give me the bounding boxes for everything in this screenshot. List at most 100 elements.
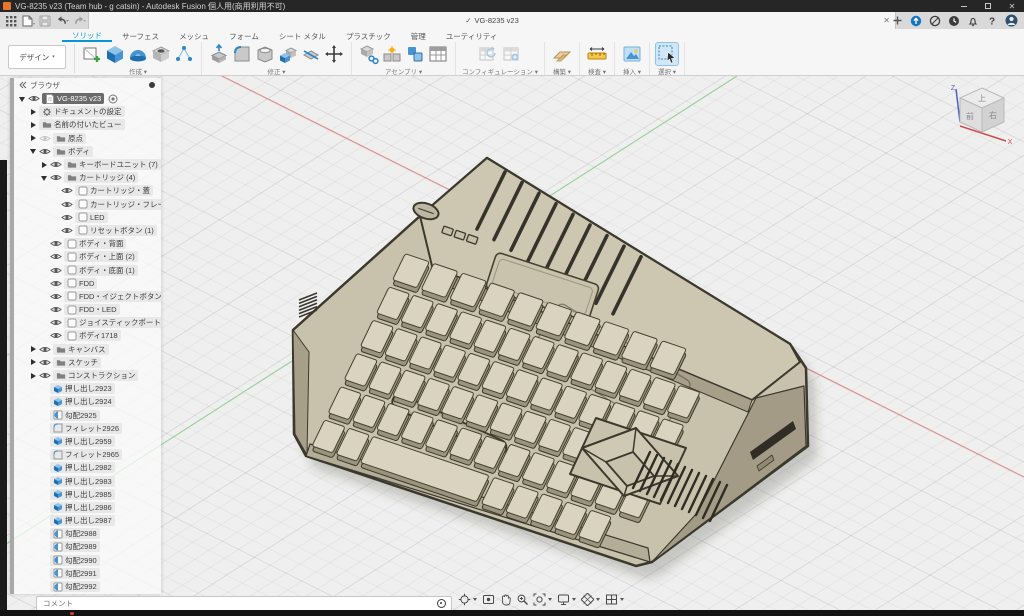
tree-item[interactable]: 押し出し2985: [14, 488, 161, 501]
group-label[interactable]: 修正 ▾: [267, 66, 285, 76]
tree-item-label[interactable]: FDD・LED: [64, 304, 120, 315]
tree-item-label[interactable]: ボディ: [53, 146, 93, 157]
collapse-panel-icon[interactable]: [19, 81, 27, 89]
tree-item-label[interactable]: ドキュメントの設定: [39, 106, 125, 117]
new-file-icon[interactable]: [21, 14, 35, 28]
new-component-button[interactable]: [358, 43, 380, 65]
tree-item-label[interactable]: 押し出し2959: [50, 436, 115, 447]
tree-item-label[interactable]: 勾配2990: [50, 555, 100, 566]
grid-settings-button[interactable]: [581, 593, 601, 606]
fillet-button[interactable]: [231, 43, 253, 65]
tree-item-label[interactable]: 押し出し2987: [50, 515, 115, 526]
tree-item-label[interactable]: 勾配2989: [50, 541, 100, 552]
config-insert-button[interactable]: [500, 43, 522, 65]
profile-avatar-icon[interactable]: [1005, 14, 1018, 27]
visibility-eye-icon[interactable]: [39, 134, 51, 143]
tree-item[interactable]: 勾配2992: [14, 580, 161, 593]
save-icon[interactable]: [38, 14, 52, 28]
group-label[interactable]: 選択 ▾: [658, 66, 676, 76]
orbit-button[interactable]: [458, 593, 478, 606]
visibility-eye-icon[interactable]: [50, 305, 62, 314]
tree-item[interactable]: VG-8235 v23: [14, 92, 161, 105]
collapse-caret-icon[interactable]: [18, 95, 26, 103]
move-button[interactable]: [323, 43, 345, 65]
comment-bar[interactable]: [36, 596, 452, 611]
workspace-selector[interactable]: デザイン▾: [8, 45, 66, 69]
measure-button[interactable]: [586, 43, 608, 65]
group-label[interactable]: 検査 ▾: [588, 66, 606, 76]
tree-item[interactable]: ドキュメントの設定: [14, 105, 161, 118]
tree-item[interactable]: リセットボタン (1): [14, 224, 161, 237]
ribbon-tab-ソリッド[interactable]: ソリッド: [62, 29, 112, 42]
tree-item-label[interactable]: カートリッジ・蓋: [75, 185, 153, 196]
hole-button[interactable]: [150, 43, 172, 65]
view-cube[interactable]: 上 前 右 Z X: [946, 82, 1018, 148]
expand-caret-icon[interactable]: [29, 372, 37, 380]
tree-item[interactable]: フィレット2965: [14, 448, 161, 461]
tree-item-label[interactable]: キーボードユニット (7): [64, 159, 161, 170]
tree-item-label[interactable]: フィレット2965: [50, 449, 122, 460]
insert-image-button[interactable]: [621, 43, 643, 65]
tree-item[interactable]: キャンバス: [14, 343, 161, 356]
tree-item-label[interactable]: 勾配2925: [50, 410, 100, 421]
visibility-eye-icon[interactable]: [50, 318, 62, 327]
combine-button[interactable]: [277, 43, 299, 65]
viewports-button[interactable]: [605, 593, 625, 606]
visibility-eye-icon[interactable]: [50, 160, 62, 169]
tree-item-label[interactable]: カートリッジ (4): [64, 172, 138, 183]
panel-options-icon[interactable]: [148, 81, 156, 89]
ribbon-tab-管理[interactable]: 管理: [401, 29, 436, 42]
tree-item[interactable]: FDD・イジェクトボタン: [14, 290, 161, 303]
collapse-caret-icon[interactable]: [40, 174, 48, 182]
tree-item-label[interactable]: ボディ・背面: [64, 238, 126, 249]
tree-item[interactable]: 押し出し2923: [14, 382, 161, 395]
notification-bell-icon[interactable]: [967, 15, 979, 27]
tree-item[interactable]: 原点: [14, 132, 161, 145]
tree-item-label[interactable]: 名前の付いたビュー: [39, 119, 125, 130]
tree-item-label[interactable]: 押し出し2983: [50, 476, 115, 487]
redo-icon[interactable]: [72, 14, 86, 28]
tree-item[interactable]: 押し出し2986: [14, 501, 161, 514]
ribbon-tab-フォーム[interactable]: フォーム: [219, 29, 269, 42]
help-icon[interactable]: ?: [986, 15, 998, 27]
tree-item-label[interactable]: スケッチ: [53, 357, 101, 368]
tree-item-label[interactable]: ジョイスティックポート: [64, 317, 161, 328]
tree-item[interactable]: ボディ・底面 (1): [14, 263, 161, 276]
tree-item-label[interactable]: カートリッジ・フレーム: [75, 199, 161, 210]
expand-caret-icon[interactable]: [29, 358, 37, 366]
bom-button[interactable]: [427, 43, 449, 65]
tree-item-label[interactable]: ボディ1718: [64, 330, 121, 341]
visibility-eye-icon[interactable]: [50, 279, 62, 288]
expand-caret-icon[interactable]: [40, 161, 48, 169]
document-tab[interactable]: ✓ VG-8235 v23 ✕: [88, 12, 896, 29]
tree-item[interactable]: 押し出し2983: [14, 474, 161, 487]
display-settings-button[interactable]: [557, 593, 577, 606]
visibility-eye-icon[interactable]: [39, 345, 51, 354]
select-button[interactable]: [656, 43, 678, 65]
close-button[interactable]: ✕: [1000, 0, 1024, 12]
tree-item[interactable]: 勾配2991: [14, 567, 161, 580]
construct-plane-button[interactable]: [551, 43, 573, 65]
config-table-button[interactable]: [477, 43, 499, 65]
minimize-button[interactable]: [952, 0, 976, 12]
expand-caret-icon[interactable]: [29, 108, 37, 116]
ribbon-tab-プラスチック[interactable]: プラスチック: [336, 29, 401, 42]
tree-item[interactable]: 勾配2988: [14, 527, 161, 540]
group-label[interactable]: 挿入 ▾: [623, 66, 641, 76]
job-history-icon[interactable]: [948, 15, 960, 27]
tree-item-label[interactable]: 押し出し2924: [50, 396, 115, 407]
group-label[interactable]: 構築 ▾: [553, 66, 571, 76]
derive-button[interactable]: [173, 43, 195, 65]
tree-item[interactable]: フィレット2926: [14, 422, 161, 435]
maximize-button[interactable]: [976, 0, 1000, 12]
tree-item[interactable]: 勾配2989: [14, 540, 161, 553]
activate-component-radio[interactable]: [108, 94, 118, 104]
tree-item-label[interactable]: 押し出し2982: [50, 462, 115, 473]
visibility-eye-icon[interactable]: [61, 186, 73, 195]
visibility-eye-icon[interactable]: [28, 94, 40, 103]
extrude-button[interactable]: [104, 43, 126, 65]
visibility-eye-icon[interactable]: [39, 147, 51, 156]
visibility-eye-icon[interactable]: [50, 173, 62, 182]
tree-item-label[interactable]: 原点: [53, 133, 86, 144]
visibility-eye-icon[interactable]: [61, 200, 73, 209]
